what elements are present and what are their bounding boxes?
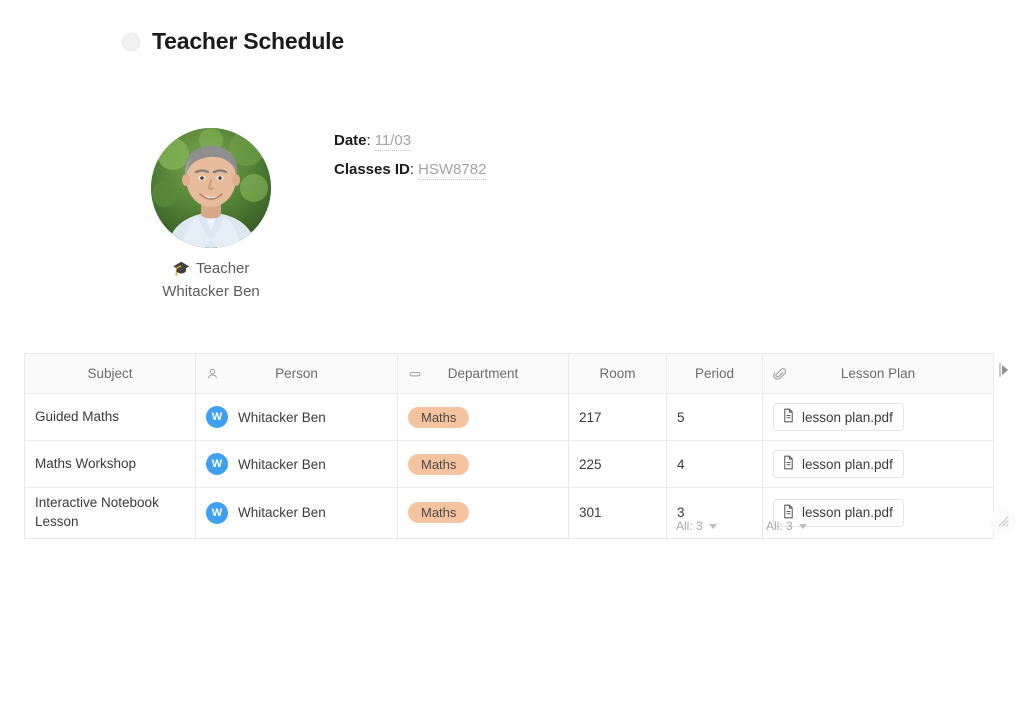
cell-lesson-plan: lesson plan.pdf bbox=[762, 393, 994, 441]
resize-corner-icon bbox=[997, 515, 1009, 527]
chevron-down-icon bbox=[798, 523, 807, 529]
cell-period: 5 bbox=[666, 393, 763, 441]
meta-fields: Date: 11/03 Classes ID: HSW8782 bbox=[334, 132, 487, 190]
date-separator: : bbox=[366, 132, 371, 149]
teacher-role-label: Teacher bbox=[196, 260, 250, 277]
summary-period-value: All: 3 bbox=[766, 519, 793, 533]
resize-handle[interactable] bbox=[990, 508, 1016, 534]
meta-row-classes-id: Classes ID: HSW8782 bbox=[334, 161, 487, 180]
column-header-subject[interactable]: Subject bbox=[24, 353, 196, 394]
classes-id-value[interactable]: HSW8782 bbox=[418, 161, 487, 180]
column-label-lesson-plan: Lesson Plan bbox=[840, 366, 916, 381]
column-header-department[interactable]: Department bbox=[397, 353, 569, 394]
person-icon bbox=[206, 367, 219, 380]
schedule-table-wrapper: Subject Person Department Room Period Le… bbox=[24, 353, 994, 539]
avatar: W bbox=[206, 406, 228, 428]
circle-placeholder-icon[interactable] bbox=[122, 32, 140, 51]
file-icon bbox=[782, 455, 795, 473]
department-tag[interactable]: Maths bbox=[408, 406, 470, 428]
table-header-row: Subject Person Department Room Period Le… bbox=[24, 353, 994, 394]
table-row[interactable]: Guided Maths W Whitacker Ben Maths 217 5 bbox=[24, 393, 994, 441]
page-header: Teacher Schedule bbox=[122, 28, 344, 55]
teacher-name: Whitacker Ben bbox=[162, 283, 260, 300]
column-header-lesson-plan[interactable]: Lesson Plan bbox=[762, 353, 994, 394]
column-label-room: Room bbox=[599, 366, 636, 381]
cell-person: W Whitacker Ben bbox=[195, 393, 398, 441]
handle-bar-icon bbox=[999, 363, 1001, 377]
summary-room-aggregate[interactable]: All: 3 bbox=[676, 519, 717, 533]
summary-room-value: All: 3 bbox=[676, 519, 703, 533]
schedule-table: Subject Person Department Room Period Le… bbox=[24, 353, 994, 539]
cell-period: 4 bbox=[666, 440, 763, 488]
paperclip-icon bbox=[773, 367, 787, 381]
avatar: W bbox=[206, 453, 228, 475]
table-summary-row: All: 3 All: 3 bbox=[24, 519, 993, 541]
page-title: Teacher Schedule bbox=[152, 28, 344, 54]
file-icon bbox=[782, 408, 795, 426]
column-header-room[interactable]: Room bbox=[568, 353, 667, 394]
person-name: Whitacker Ben bbox=[238, 456, 326, 472]
column-label-person: Person bbox=[275, 366, 318, 381]
department-tag[interactable]: Maths bbox=[408, 453, 470, 475]
classes-id-separator: : bbox=[409, 161, 415, 178]
cell-person: W Whitacker Ben bbox=[195, 440, 398, 488]
cell-room: 217 bbox=[568, 393, 667, 441]
table-row[interactable]: Maths Workshop W Whitacker Ben Maths 225… bbox=[24, 440, 994, 488]
person-name: Whitacker Ben bbox=[238, 409, 326, 425]
expand-table-handle[interactable] bbox=[999, 363, 1008, 377]
lesson-plan-file-chip[interactable]: lesson plan.pdf bbox=[773, 403, 904, 431]
graduation-cap-icon: 🎓 bbox=[172, 260, 191, 276]
classes-id-label: Classes ID bbox=[334, 161, 410, 178]
lesson-plan-filename: lesson plan.pdf bbox=[802, 456, 893, 472]
date-value[interactable]: 11/03 bbox=[374, 132, 412, 151]
teacher-role: 🎓 Teacher bbox=[151, 260, 271, 277]
chevron-down-icon bbox=[708, 523, 717, 529]
column-header-period[interactable]: Period bbox=[666, 353, 763, 394]
teacher-avatar-photo[interactable] bbox=[151, 128, 271, 248]
column-label-period: Period bbox=[694, 366, 735, 381]
cell-subject: Maths Workshop bbox=[24, 440, 196, 488]
cell-department: Maths bbox=[397, 393, 569, 441]
cell-lesson-plan: lesson plan.pdf bbox=[762, 440, 994, 488]
chevron-right-icon bbox=[1002, 365, 1008, 375]
meta-row-date: Date: 11/03 bbox=[334, 132, 486, 151]
cell-department: Maths bbox=[397, 440, 569, 488]
column-header-person[interactable]: Person bbox=[195, 353, 398, 394]
lesson-plan-file-chip[interactable]: lesson plan.pdf bbox=[773, 450, 904, 478]
date-label: Date bbox=[334, 132, 367, 149]
tag-icon bbox=[408, 367, 422, 381]
column-label-department: Department bbox=[447, 366, 519, 381]
summary-period-aggregate[interactable]: All: 3 bbox=[766, 519, 807, 533]
column-label-subject: Subject bbox=[87, 366, 133, 381]
lesson-plan-filename: lesson plan.pdf bbox=[802, 409, 893, 425]
teacher-profile: 🎓 Teacher Whitacker Ben bbox=[151, 128, 271, 300]
cell-room: 225 bbox=[568, 440, 667, 488]
cell-subject: Guided Maths bbox=[24, 393, 196, 441]
